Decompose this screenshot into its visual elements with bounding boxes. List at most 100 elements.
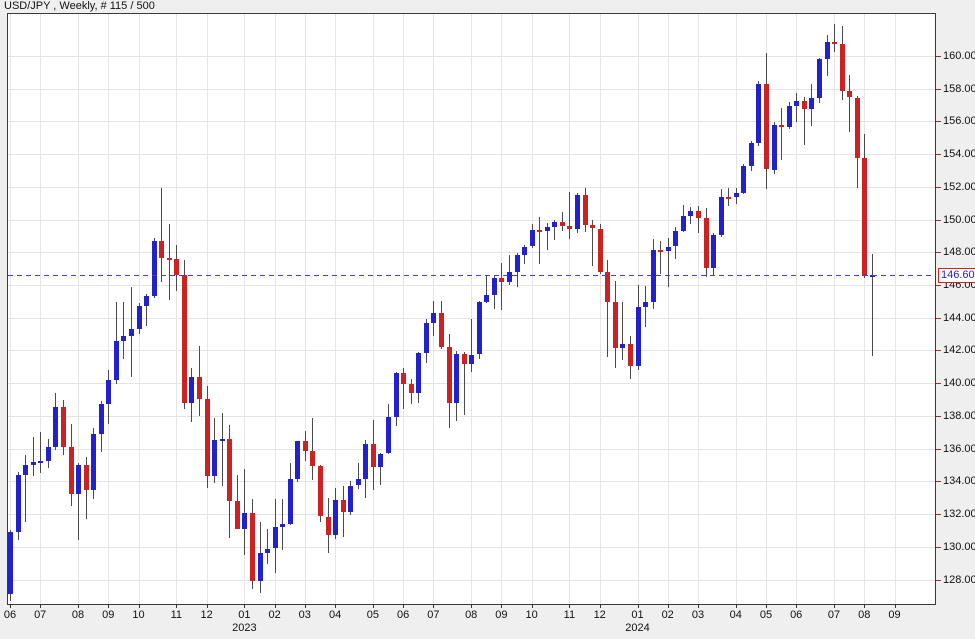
candle-down (840, 44, 845, 92)
candle-wick (169, 224, 170, 299)
candle-up (8, 532, 13, 594)
time-tick (244, 604, 245, 608)
price-tick (936, 154, 941, 155)
candle-up (121, 336, 126, 342)
price-tick (936, 220, 941, 221)
candle-up (643, 302, 648, 307)
current-price-line (8, 275, 935, 276)
time-tick (40, 604, 41, 608)
candle-up (265, 549, 270, 554)
candle-down (235, 501, 240, 529)
candle-down (855, 98, 860, 159)
candle-up (280, 524, 285, 527)
gridline-vertical (207, 14, 208, 604)
candle-up (137, 306, 142, 329)
price-label: 142.00 (943, 344, 975, 356)
candle-up (31, 462, 36, 465)
chart-plot-area[interactable] (7, 13, 936, 605)
month-label: 02 (268, 609, 280, 621)
time-tick (834, 604, 835, 608)
candle-up (106, 380, 111, 405)
candle-wick (539, 217, 540, 264)
candle-down (598, 229, 603, 272)
time-tick (796, 604, 797, 608)
candle-down (658, 250, 663, 252)
candle-wick (123, 302, 124, 359)
month-label: 02 (662, 609, 674, 621)
price-tick (936, 285, 941, 286)
candle-down (764, 84, 769, 170)
candle-wick (872, 254, 873, 356)
price-tick (936, 514, 941, 515)
candle-down (583, 195, 588, 225)
candle-up (114, 341, 119, 380)
price-label: 152.00 (943, 181, 975, 193)
price-tick (936, 481, 941, 482)
gridline-vertical (600, 14, 601, 604)
candle-up (53, 407, 58, 447)
candle-up (552, 222, 557, 227)
candle-wick (834, 24, 835, 52)
candle-up (431, 313, 436, 323)
month-label: 12 (594, 609, 606, 621)
gridline-vertical (569, 14, 570, 604)
candle-up (688, 211, 693, 216)
time-tick (305, 604, 306, 608)
candle-down (832, 42, 837, 44)
candle-up (394, 373, 399, 416)
candle-wick (501, 263, 502, 311)
candle-up (295, 441, 300, 479)
candle-up (719, 197, 724, 236)
month-label: 10 (525, 609, 537, 621)
candle-wick (222, 413, 223, 486)
candle-down (567, 226, 572, 229)
time-tick (373, 604, 374, 608)
price-tick (936, 416, 941, 417)
time-tick (433, 604, 434, 608)
candle-up (741, 166, 746, 193)
price-label: 132.00 (943, 508, 975, 520)
candle-down (182, 275, 187, 403)
gridline-vertical (373, 14, 374, 604)
candle-down (227, 439, 232, 501)
candle-up (363, 444, 368, 479)
time-tick (139, 604, 140, 608)
gridline-vertical (471, 14, 472, 604)
candle-up (673, 231, 678, 247)
time-tick (532, 604, 533, 608)
candle-down (197, 377, 202, 398)
candle-down (726, 197, 731, 199)
month-label: 09 (888, 609, 900, 621)
price-label: 138.00 (943, 410, 975, 422)
candle-up (711, 235, 716, 268)
candle-up (38, 461, 43, 463)
month-label: 06 (790, 609, 802, 621)
candle-down (409, 384, 414, 393)
time-tick (403, 604, 404, 608)
price-label: 140.00 (943, 377, 975, 389)
price-tick (936, 383, 941, 384)
candle-up (817, 59, 822, 98)
candle-down (605, 272, 610, 302)
candle-up (454, 354, 459, 403)
price-tick (936, 252, 941, 253)
candle-down (174, 259, 179, 275)
candle-down (310, 451, 315, 466)
candle-up (666, 247, 671, 251)
gridline-vertical (403, 14, 404, 604)
time-tick (10, 604, 11, 608)
candle-down (303, 441, 308, 451)
price-label: 130.00 (943, 541, 975, 553)
candle-up (16, 475, 21, 532)
time-tick (176, 604, 177, 608)
time-tick (600, 604, 601, 608)
candle-down (159, 241, 164, 258)
candle-down (560, 222, 565, 226)
candle-up (91, 434, 96, 491)
candle-up (794, 101, 799, 106)
candle-up (424, 323, 429, 353)
candle-down (69, 447, 74, 494)
chart-title: USD/JPY , Weekly, # 115 / 500 (4, 0, 155, 13)
price-tick (936, 318, 941, 319)
time-tick (471, 604, 472, 608)
